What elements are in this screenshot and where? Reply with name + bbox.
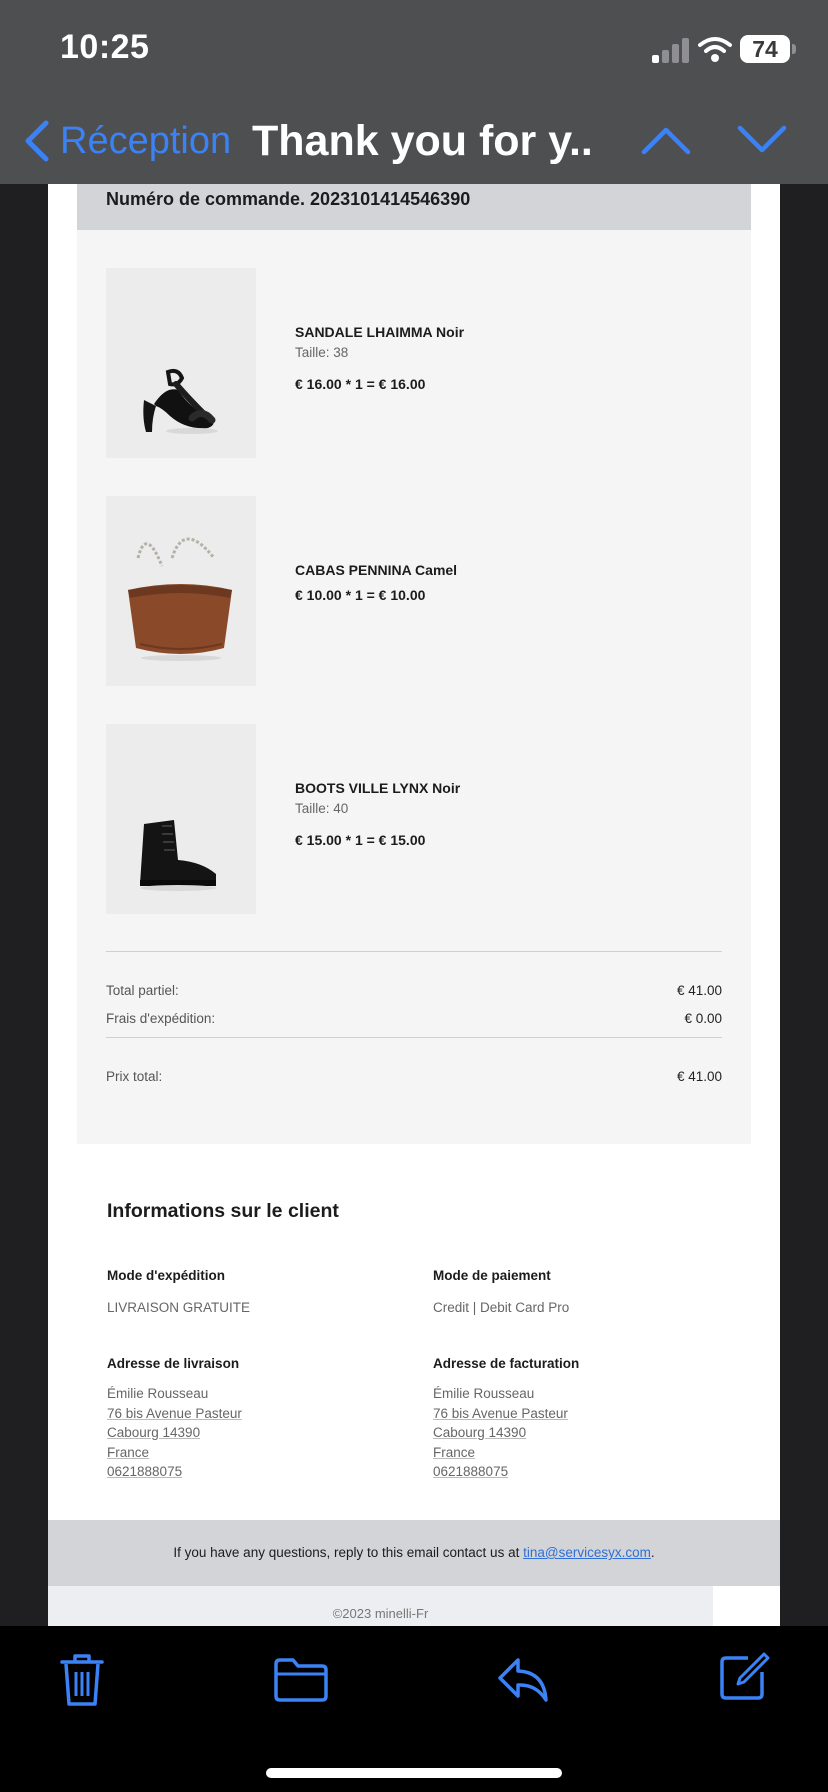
- back-label: Réception: [60, 119, 232, 162]
- chevron-left-icon: [25, 120, 49, 162]
- shipping-fee-row: Frais d'expédition: € 0.00: [106, 1011, 722, 1026]
- compose-icon[interactable]: [718, 1650, 770, 1702]
- trash-icon[interactable]: [58, 1652, 106, 1708]
- battery-tip: [792, 44, 796, 54]
- order-item: SANDALE LHAIMMA Noir Taille: 38 € 16.00 …: [106, 268, 722, 458]
- battery-indicator: 74: [740, 35, 790, 63]
- product-info: BOOTS VILLE LYNX Noir Taille: 40 € 15.00…: [295, 780, 460, 848]
- status-time: 10:25: [60, 28, 150, 66]
- order-summary-panel: SANDALE LHAIMMA Noir Taille: 38 € 16.00 …: [77, 230, 751, 1144]
- product-info: SANDALE LHAIMMA Noir Taille: 38 € 16.00 …: [295, 324, 464, 392]
- email-subject-title: Thank you for y...: [252, 117, 592, 165]
- back-button[interactable]: Réception: [22, 112, 231, 170]
- product-image-tote-bag[interactable]: [106, 496, 256, 686]
- top-bar: 10:25 74 Réception Thank you for y...: [0, 0, 828, 184]
- billing-address-label: Adresse de facturation: [433, 1356, 580, 1371]
- payment-mode-block: Mode de paiement Credit | Debit Card Pro: [433, 1268, 733, 1318]
- product-price: € 15.00 * 1 = € 15.00: [295, 832, 426, 848]
- product-image-sandal[interactable]: [106, 268, 256, 458]
- next-message-button[interactable]: [736, 120, 788, 160]
- total-price-amount: € 41.00: [676, 1069, 722, 1084]
- order-number-header: Numéro de commande. 2023101414546390: [77, 184, 751, 230]
- contact-text-end: .: [650, 1545, 655, 1560]
- home-indicator[interactable]: [266, 1768, 562, 1778]
- billing-address-block: Adresse de facturation Émilie Rousseau 7…: [433, 1356, 733, 1482]
- phone-link[interactable]: 0621888075: [433, 1462, 733, 1482]
- shipping-fee-amount: € 0.00: [684, 1011, 722, 1026]
- delivery-address: Émilie Rousseau 76 bis Avenue Pasteur Ca…: [107, 1384, 407, 1482]
- payment-mode-value: Credit | Debit Card Pro: [433, 1300, 570, 1315]
- address-city-link[interactable]: Cabourg 14390: [107, 1423, 407, 1443]
- wifi-icon: [698, 37, 732, 62]
- cellular-signal-icon: [652, 37, 690, 63]
- product-price: € 16.00 * 1 = € 16.00: [295, 376, 426, 392]
- shipping-fee-label: Frais d'expédition:: [106, 1011, 216, 1026]
- product-name: BOOTS VILLE LYNX Noir: [295, 780, 461, 796]
- shipping-mode-value: LIVRAISON GRATUITE: [107, 1300, 251, 1315]
- email-body[interactable]: Numéro de commande. 2023101414546390 SAN…: [48, 184, 780, 1626]
- subtotal-row: Total partiel: € 41.00: [106, 983, 722, 998]
- address-street-link[interactable]: 76 bis Avenue Pasteur: [433, 1404, 733, 1424]
- phone-link[interactable]: 0621888075: [107, 1462, 407, 1482]
- footer-contact: If you have any questions, reply to this…: [48, 1520, 780, 1586]
- product-image-ankle-boot[interactable]: [106, 724, 256, 914]
- total-price-row: Prix total: € 41.00: [106, 1069, 722, 1084]
- bottom-toolbar: [0, 1626, 828, 1792]
- total-divider: [106, 1037, 722, 1038]
- order-number: Numéro de commande. 2023101414546390: [106, 189, 471, 209]
- shipping-mode-block: Mode d'expédition LIVRAISON GRATUITE: [107, 1268, 407, 1318]
- address-name: Émilie Rousseau: [433, 1386, 535, 1401]
- product-name: CABAS PENNINA Camel: [295, 562, 458, 578]
- address-city-link[interactable]: Cabourg 14390: [433, 1423, 733, 1443]
- copyright-text: ©2023 minelli-Fr: [48, 1586, 713, 1626]
- subtotal-label: Total partiel:: [106, 983, 179, 998]
- address-name: Émilie Rousseau: [107, 1386, 209, 1401]
- order-item: CABAS PENNINA Camel € 10.00 * 1 = € 10.0…: [106, 496, 722, 686]
- payment-mode-label: Mode de paiement: [433, 1268, 551, 1283]
- product-info: CABAS PENNINA Camel € 10.00 * 1 = € 10.0…: [295, 562, 457, 603]
- product-price: € 10.00 * 1 = € 10.00: [295, 587, 426, 603]
- total-price-label: Prix total:: [106, 1069, 163, 1084]
- billing-address: Émilie Rousseau 76 bis Avenue Pasteur Ca…: [433, 1384, 733, 1482]
- address-country-link[interactable]: France: [433, 1443, 733, 1463]
- order-item: BOOTS VILLE LYNX Noir Taille: 40 € 15.00…: [106, 724, 722, 914]
- folder-icon[interactable]: [273, 1656, 329, 1704]
- contact-text: If you have any questions, reply to this…: [173, 1545, 520, 1560]
- product-size: Taille: 38: [295, 345, 349, 360]
- contact-email-link[interactable]: tina@servicesyx.com: [523, 1545, 651, 1560]
- client-info-title: Informations sur le client: [107, 1200, 339, 1222]
- shipping-mode-label: Mode d'expédition: [107, 1268, 225, 1283]
- product-size: Taille: 40: [295, 801, 349, 816]
- delivery-address-block: Adresse de livraison Émilie Rousseau 76 …: [107, 1356, 407, 1482]
- address-country-link[interactable]: France: [107, 1443, 407, 1463]
- reply-icon[interactable]: [496, 1656, 550, 1704]
- mail-app-screen: 10:25 74 Réception Thank you for y... Nu…: [0, 0, 828, 1792]
- delivery-address-label: Adresse de livraison: [107, 1356, 240, 1371]
- totals-divider: [106, 951, 722, 952]
- address-street-link[interactable]: 76 bis Avenue Pasteur: [107, 1404, 407, 1424]
- subtotal-amount: € 41.00: [676, 983, 722, 998]
- product-name: SANDALE LHAIMMA Noir: [295, 324, 465, 340]
- previous-message-button[interactable]: [640, 120, 692, 160]
